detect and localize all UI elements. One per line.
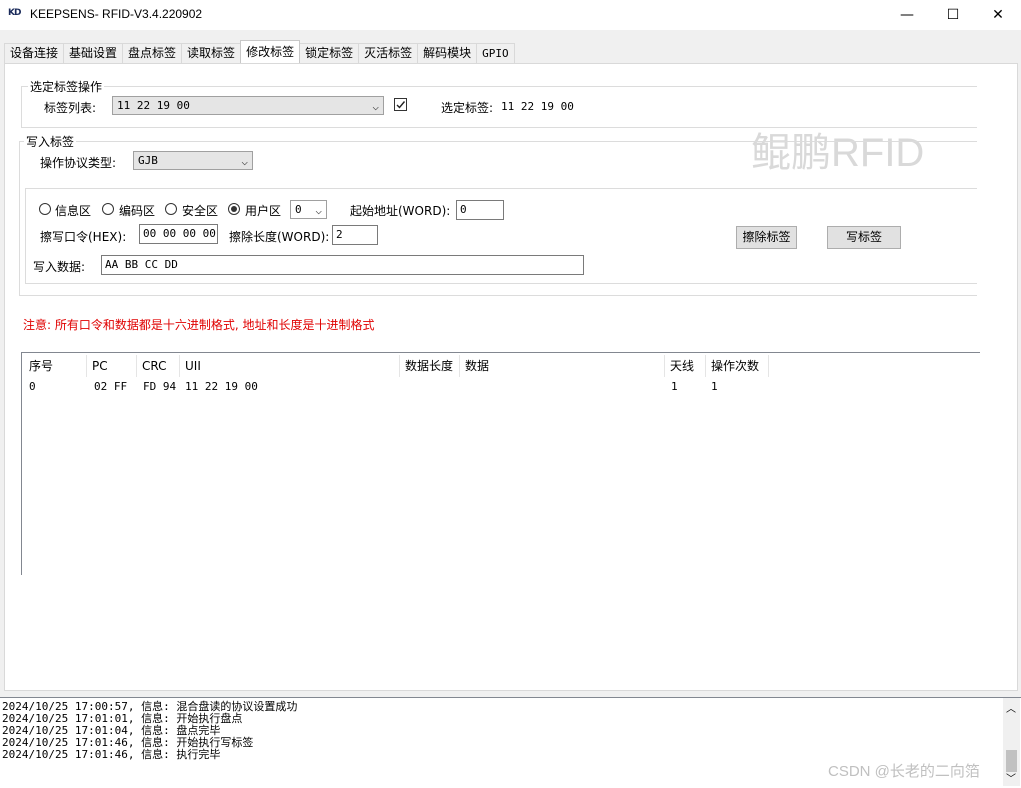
cell-uii: 11 22 19 00 [185, 380, 258, 393]
start-address-input[interactable]: 0 [456, 200, 504, 220]
col-header-uii[interactable]: UII [181, 355, 400, 377]
region-code-label: 编码区 [119, 204, 156, 218]
select-tag-group-title: 选定标签操作 [28, 78, 105, 95]
password-input[interactable]: 00 00 00 00 [139, 224, 218, 244]
region-code-radio[interactable] [102, 203, 114, 215]
region-security-radio[interactable] [165, 203, 177, 215]
tab-read-tag[interactable]: 读取标签 [181, 43, 242, 63]
erase-length-label: 擦除长度(WORD): [229, 230, 330, 244]
tag-results-table[interactable]: 序号 PC CRC UII 数据长度 数据 天线 操作次数 0 02 FF FD… [21, 352, 980, 575]
protocol-value: GJB [138, 154, 158, 167]
tag-list-value: 11 22 19 00 [117, 99, 190, 112]
scroll-up-icon[interactable]: ︿ [1006, 700, 1016, 715]
erase-tag-button[interactable]: 擦除标签 [736, 226, 797, 249]
cell-op-count: 1 [711, 380, 718, 393]
cell-pc: 02 FF [94, 380, 128, 393]
region-info-radio[interactable] [39, 203, 51, 215]
cell-crc: FD 94 [143, 380, 177, 393]
tab-strip: 设备连接 基础设置 盘点标签 读取标签 修改标签 锁定标签 灭活标签 解码模块 … [4, 40, 515, 63]
write-data-label: 写入数据: [33, 260, 86, 274]
tag-list-label: 标签列表: [44, 101, 97, 115]
tag-list-select[interactable]: 11 22 19 00 ⌵ [112, 96, 384, 115]
write-data-input[interactable]: AA BB CC DD [101, 255, 584, 275]
tab-device-connect[interactable]: 设备连接 [4, 43, 65, 63]
col-header-index[interactable]: 序号 [25, 355, 87, 377]
col-header-crc[interactable]: CRC [138, 355, 180, 377]
erase-length-input[interactable]: 2 [332, 225, 378, 245]
scroll-down-icon[interactable]: ﹀ [1006, 770, 1016, 785]
region-info-label: 信息区 [55, 204, 92, 218]
col-header-pc[interactable]: PC [88, 355, 137, 377]
tab-lock-tag[interactable]: 锁定标签 [299, 43, 360, 63]
region-user-radio[interactable] [228, 203, 240, 215]
col-header-op-count[interactable]: 操作次数 [707, 355, 769, 377]
format-notice: 注意: 所有口令和数据都是十六进制格式, 地址和长度是十进制格式 [23, 318, 375, 332]
cell-antenna: 1 [671, 380, 678, 393]
maximize-button[interactable]: ☐ [930, 0, 976, 30]
write-tag-button[interactable]: 写标签 [827, 226, 901, 249]
protocol-label: 操作协议类型: [40, 156, 117, 170]
log-output[interactable]: 2024/10/25 17:00:57, 信息: 混合盘读的协议设置成功 202… [0, 697, 1021, 788]
window-title: KEEPSENS- RFID-V3.4.220902 [30, 7, 203, 21]
app-logo-icon: KD [8, 8, 21, 18]
minimize-button[interactable]: — [884, 0, 930, 30]
tab-basic-settings[interactable]: 基础设置 [63, 43, 124, 63]
chevron-down-icon: ⌵ [241, 155, 248, 168]
password-label: 擦写口令(HEX): [40, 230, 127, 244]
select-tag-checkbox[interactable] [394, 98, 407, 111]
protocol-select[interactable]: GJB ⌵ [133, 151, 253, 170]
chevron-down-icon: ⌵ [315, 204, 322, 217]
tab-gpio[interactable]: GPIO [476, 43, 515, 63]
checkmark-icon [396, 101, 406, 109]
selected-tag-label: 选定标签: [441, 101, 494, 115]
close-button[interactable]: ✕ [975, 0, 1021, 30]
tab-write-tag[interactable]: 修改标签 [240, 40, 301, 63]
cell-index: 0 [29, 380, 36, 393]
write-tag-group-title: 写入标签 [24, 133, 77, 150]
region-index-select[interactable]: 0 ⌵ [290, 200, 327, 219]
region-security-label: 安全区 [182, 204, 219, 218]
start-address-label: 起始地址(WORD): [350, 204, 451, 218]
region-user-label: 用户区 [245, 204, 282, 218]
tab-kill-tag[interactable]: 灭活标签 [358, 43, 419, 63]
region-index-value: 0 [295, 203, 302, 216]
log-scrollbar[interactable]: ︿ ﹀ [1003, 698, 1020, 786]
chevron-down-icon: ⌵ [372, 100, 379, 113]
tab-inventory[interactable]: 盘点标签 [122, 43, 183, 63]
tab-decode-module[interactable]: 解码模块 [417, 43, 478, 63]
title-bar: KD KEEPSENS- RFID-V3.4.220902 — ☐ ✕ [0, 0, 1021, 30]
col-header-data-length[interactable]: 数据长度 [401, 355, 460, 377]
log-line: 2024/10/25 17:01:46, 信息: 执行完毕 [2, 748, 221, 761]
credit-watermark: CSDN @长老的二向箔 [828, 763, 980, 780]
scroll-thumb[interactable] [1006, 750, 1017, 772]
col-header-data[interactable]: 数据 [461, 355, 665, 377]
selected-tag-value: 11 22 19 00 [501, 100, 574, 113]
col-header-antenna[interactable]: 天线 [666, 355, 706, 377]
